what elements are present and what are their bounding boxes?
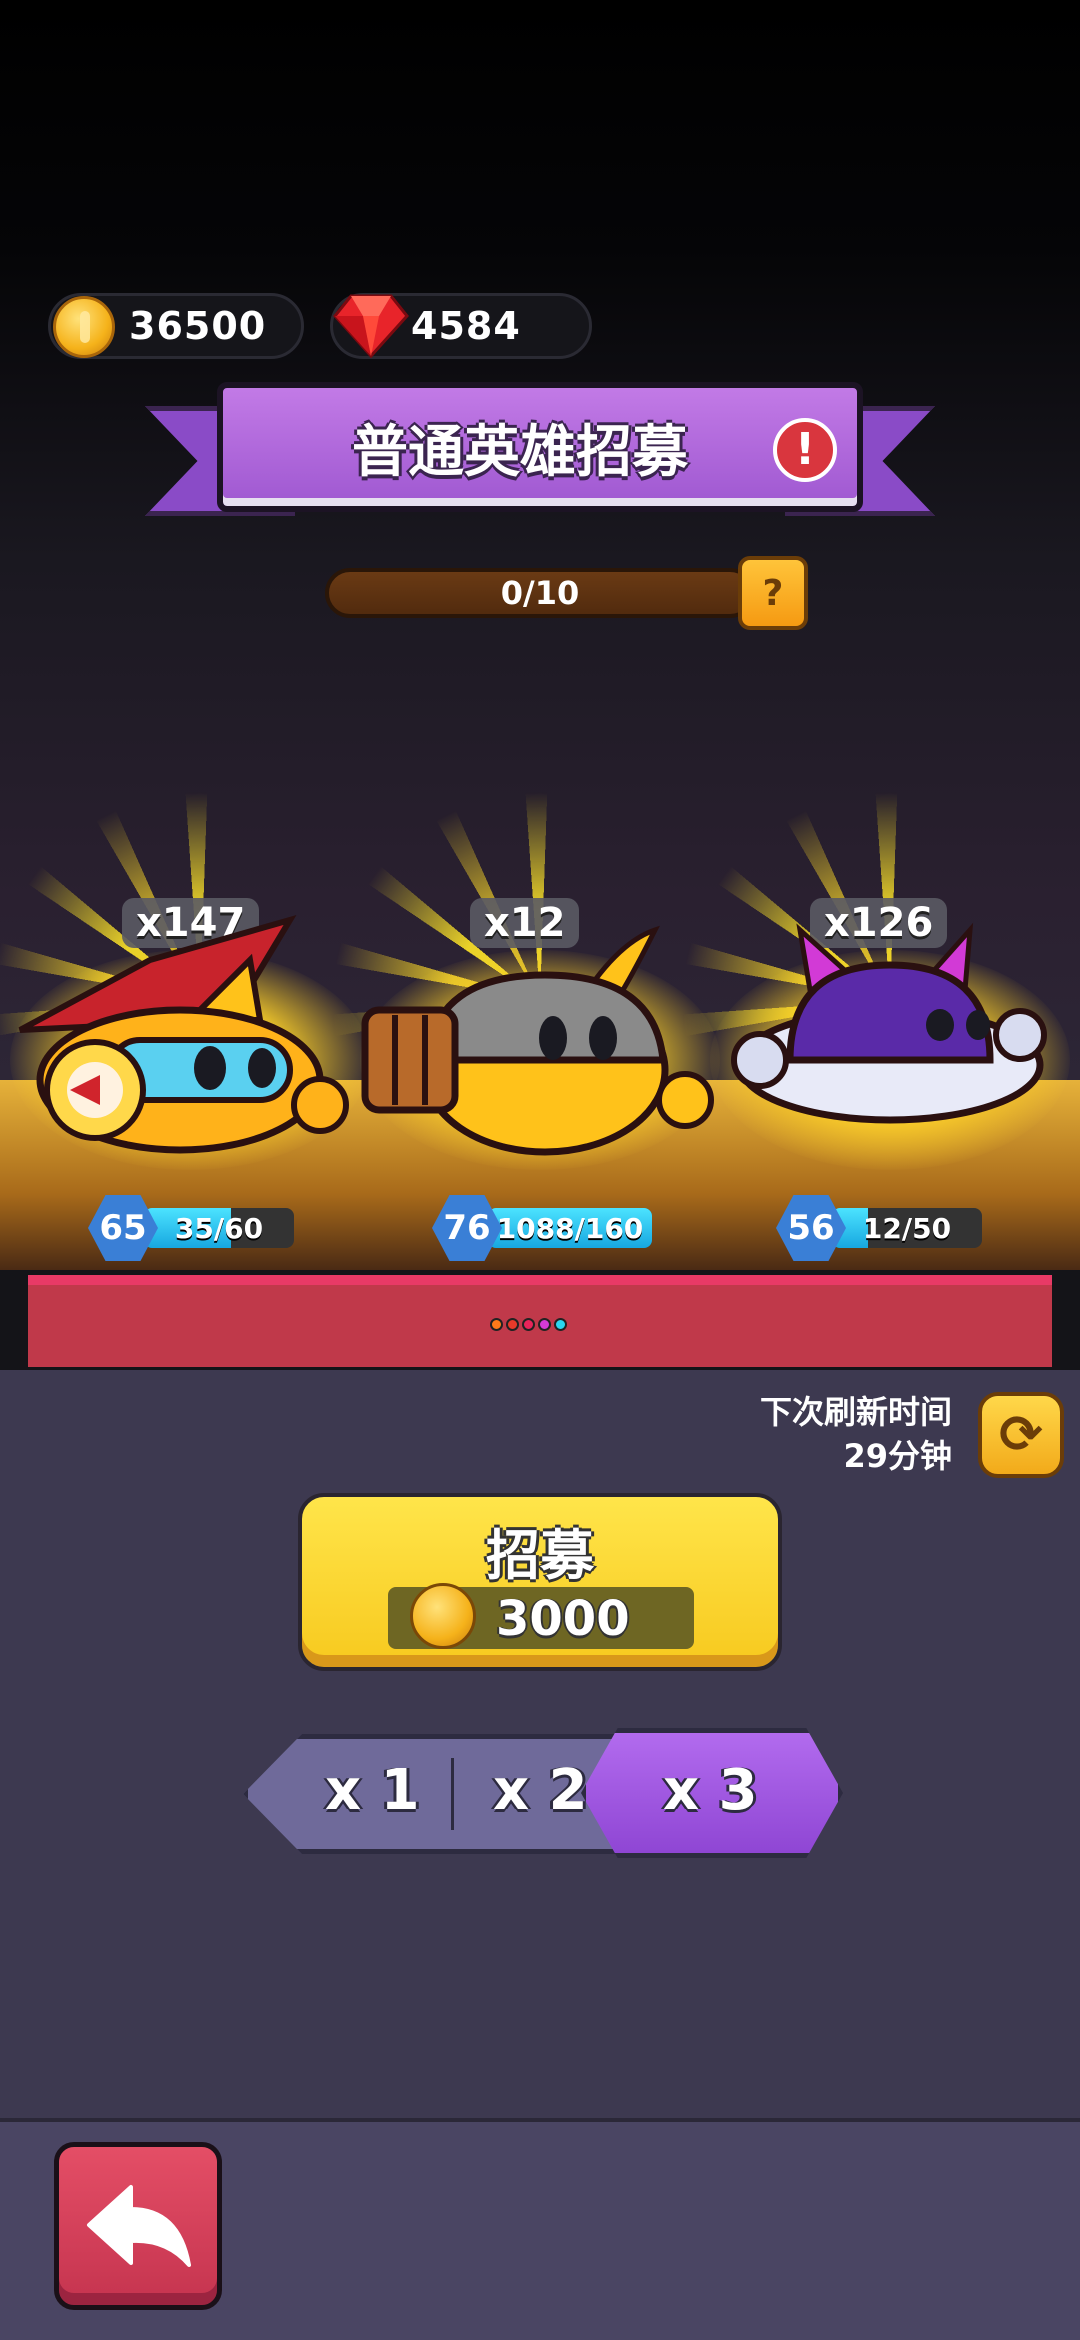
ribbon-main: 普通英雄招募 ! [217,382,863,512]
hero-stage: x147 65 35/60 x12 76 1088/160 x126 56 12… [0,756,1080,1280]
page-dot [522,1318,535,1331]
gold-value: 36500 [129,304,267,348]
gem-icon [333,294,409,359]
back-arrow-icon [87,2185,191,2267]
multiplier-option-1[interactable]: x 1 [325,1758,420,1823]
back-button[interactable] [54,2142,222,2310]
hero-shard-text: 35/60 [174,1211,264,1245]
alert-icon[interactable]: ! [773,418,837,482]
title-ribbon: 普通英雄招募 ! [145,382,935,537]
gem-value: 4584 [411,304,521,348]
page-dot [506,1318,519,1331]
refresh-label: 下次刷新时间 [759,1393,952,1431]
hero-shard-bar: 12/50 [832,1208,982,1248]
hero-level-badge: 76 [432,1195,502,1261]
recruit-cost: 3000 [388,1583,694,1649]
multiplier-option-2[interactable]: x 2 [493,1758,588,1823]
coin-icon [53,296,115,358]
multiplier-selector: x 1 x 2 x 3 [243,1728,843,1858]
hero-fire-slime[interactable] [0,900,350,1160]
recruit-progress-bar: 0/10 [325,568,755,618]
refresh-time: 29分钟 [843,1437,952,1475]
coin-icon [410,1583,476,1649]
recruit-label: 招募 [486,1524,594,1587]
hero-level-row: 76 1088/160 [432,1195,652,1261]
hero-ufo-slime[interactable] [720,920,1050,1150]
refresh-info: 下次刷新时间 29分钟 [760,1390,952,1478]
recruit-button[interactable]: 招募 3000 [298,1493,782,1671]
hero-shard-bar: 35/60 [144,1208,294,1248]
refresh-button[interactable]: ⟳ [978,1392,1064,1478]
recruit-cost-value: 3000 [496,1591,630,1647]
page-dot [490,1318,503,1331]
gem-counter: 4584 [330,293,592,359]
multiplier-divider [451,1758,454,1830]
hero-helmet-slime[interactable] [355,920,725,1160]
gold-counter: 36500 [48,293,304,359]
page-dot [554,1318,567,1331]
page-dot [538,1318,551,1331]
page-indicator [490,1318,567,1331]
page-title: 普通英雄招募 [352,419,688,485]
hero-shard-bar: 1088/160 [488,1208,652,1248]
refresh-icon: ⟳ [999,1405,1043,1465]
hero-shard-text: 1088/160 [496,1211,644,1245]
progress-text: 0/10 [500,574,580,612]
help-button[interactable]: ? [738,556,808,630]
hero-level-badge: 56 [776,1195,846,1261]
multiplier-option-3[interactable]: x 3 [663,1758,758,1823]
hero-level-row: 56 12/50 [776,1195,982,1261]
hero-shard-text: 12/50 [862,1211,952,1245]
hero-level-badge: 65 [88,1195,158,1261]
hero-level-row: 65 35/60 [88,1195,294,1261]
